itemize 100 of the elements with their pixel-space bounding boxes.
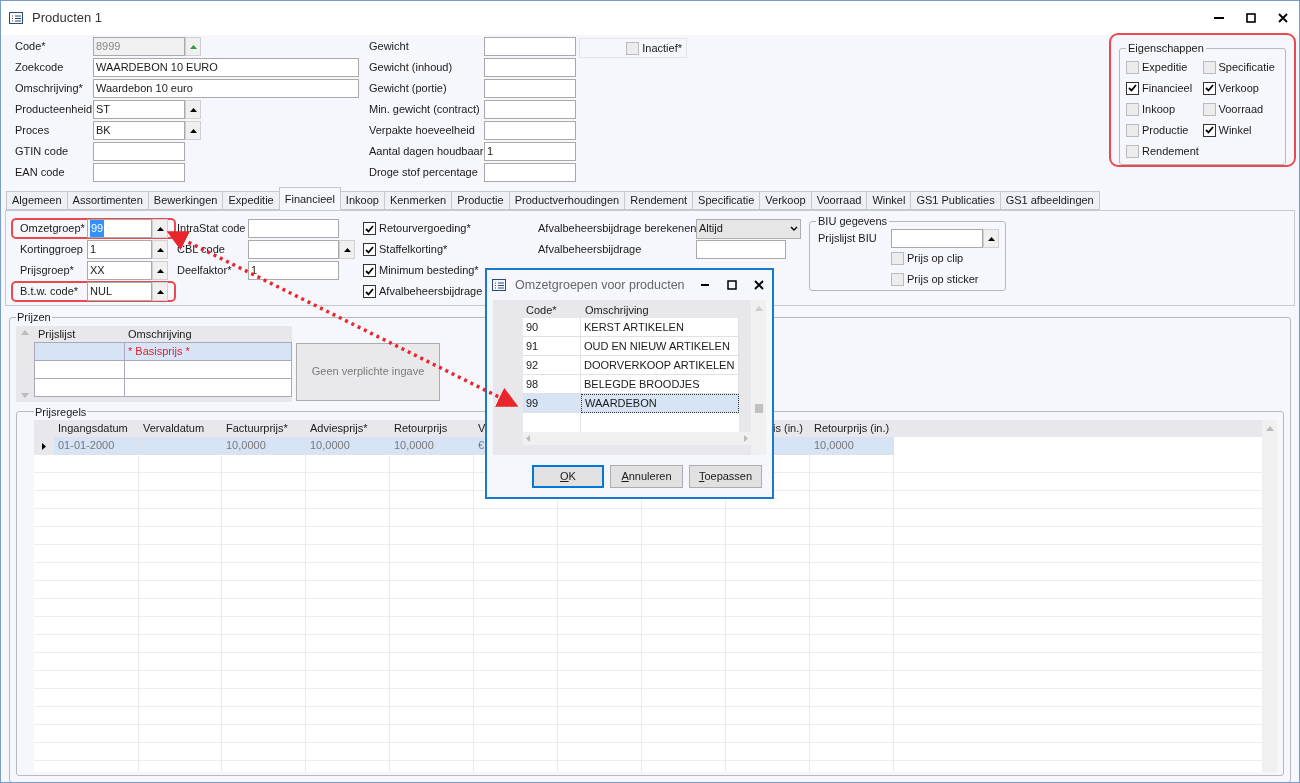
checkbox[interactable] xyxy=(1202,60,1216,74)
tab[interactable]: Verkoop xyxy=(759,191,812,210)
dialog-button[interactable]: Annuleren xyxy=(610,465,683,488)
checkbox[interactable] xyxy=(1126,123,1139,137)
checkbox[interactable] xyxy=(363,243,376,256)
lookup-button[interactable] xyxy=(152,219,168,238)
scroll-up-icon xyxy=(1265,426,1274,431)
lookup-button[interactable] xyxy=(152,282,168,301)
checkbox[interactable] xyxy=(1202,81,1216,95)
scrollbar[interactable] xyxy=(523,432,751,445)
checkbox[interactable] xyxy=(363,222,376,235)
scrollbar[interactable] xyxy=(1262,420,1277,772)
list-window-icon xyxy=(9,12,23,24)
checkbox[interactable] xyxy=(1126,60,1139,74)
checkbox[interactable] xyxy=(363,285,376,298)
input-field[interactable] xyxy=(891,229,983,248)
minimize-icon xyxy=(1214,17,1224,19)
tab[interactable]: Algemeen xyxy=(6,191,68,210)
checkbox-label: Financieel xyxy=(1142,80,1193,96)
tab[interactable]: Inkoop xyxy=(339,191,385,210)
scrollbar[interactable] xyxy=(16,325,34,402)
input-field[interactable] xyxy=(484,79,576,98)
table-cell: OUD EN NIEUW ARTIKELEN xyxy=(581,337,739,356)
lookup-button[interactable] xyxy=(185,121,201,140)
checkbox[interactable] xyxy=(891,251,904,265)
field-label: Prijslijst BIU xyxy=(817,231,878,247)
maximize-icon xyxy=(1246,13,1256,23)
column-header: Prijslijst xyxy=(37,327,77,342)
checkbox[interactable] xyxy=(1126,81,1139,95)
up-arrow-icon xyxy=(987,236,995,241)
checkbox[interactable] xyxy=(626,41,640,55)
input-field[interactable] xyxy=(248,219,339,238)
up-arrow-icon xyxy=(189,128,197,133)
close-icon xyxy=(753,280,764,290)
input-field[interactable]: Waardebon 10 euro xyxy=(93,79,359,98)
checkbox[interactable] xyxy=(363,264,376,277)
checkbox[interactable] xyxy=(891,272,904,286)
dialog-button[interactable]: Toepassen xyxy=(689,465,762,488)
table-cell: KERST ARTIKELEN xyxy=(581,318,739,337)
tab[interactable]: Productie xyxy=(451,191,510,210)
scrollbar[interactable] xyxy=(751,300,766,455)
lookup-button[interactable] xyxy=(983,229,999,248)
checkbox-label: Staffelkorting* xyxy=(379,242,448,258)
tab[interactable]: GS1 Publicaties xyxy=(910,191,1001,210)
tab[interactable]: Winkel xyxy=(866,191,912,210)
lookup-button[interactable] xyxy=(185,100,201,119)
tab[interactable]: Specificatie xyxy=(692,191,761,210)
checkbox[interactable] xyxy=(1202,102,1216,116)
check-icon xyxy=(365,224,374,233)
dialog-button[interactable]: OK xyxy=(532,465,604,488)
checkbox[interactable] xyxy=(1202,123,1216,137)
lookup-button[interactable] xyxy=(152,240,168,259)
input-field[interactable] xyxy=(484,121,576,140)
tab[interactable]: Productverhoudingen xyxy=(508,191,626,210)
check-icon xyxy=(1204,126,1214,134)
up-arrow-icon xyxy=(156,226,164,231)
tab[interactable]: Expeditie xyxy=(222,191,280,210)
table-cell: 90 xyxy=(523,318,581,337)
table-cell: 99 xyxy=(523,394,581,413)
input-field[interactable] xyxy=(248,240,339,259)
check-icon xyxy=(1204,84,1214,92)
input-field[interactable] xyxy=(484,58,576,77)
input-field[interactable]: WAARDEBON 10 EURO xyxy=(93,58,359,77)
column-header: Omschrijving xyxy=(127,327,193,342)
input-field[interactable] xyxy=(696,240,786,259)
checkbox-label: Winkel xyxy=(1218,122,1252,138)
input-field[interactable]: 1 xyxy=(484,142,576,161)
tab[interactable]: Rendement xyxy=(624,191,694,210)
tab[interactable]: GS1 afbeeldingen xyxy=(999,191,1100,210)
input-field[interactable]: ST xyxy=(93,100,185,119)
checkbox-label: Productie xyxy=(1142,122,1189,138)
column-header: Ingangsdatum xyxy=(58,422,128,434)
input-field[interactable] xyxy=(93,163,185,182)
lookup-button[interactable] xyxy=(152,261,168,280)
table-cell: BELEGDE BROODJES xyxy=(581,375,739,394)
input-field[interactable]: XX xyxy=(87,261,152,280)
input-field[interactable] xyxy=(484,100,576,119)
table-cell: DOORVERKOOP ARTIKELEN xyxy=(581,356,739,375)
dropdown[interactable]: Altijd xyxy=(696,218,801,239)
field-label: Gewicht xyxy=(369,39,410,55)
tab[interactable]: Bewerkingen xyxy=(147,191,224,210)
input-field[interactable]: BK xyxy=(93,121,185,140)
field-label: Producteenheid xyxy=(15,102,93,118)
checkbox[interactable] xyxy=(1126,144,1139,158)
checkbox[interactable] xyxy=(1126,102,1139,116)
input-field[interactable]: 1 xyxy=(87,240,152,259)
field-label: Aantal dagen houdbaar xyxy=(369,144,484,160)
tab[interactable]: Voorraad xyxy=(810,191,868,210)
field-label: EAN code xyxy=(15,165,66,181)
input-field[interactable] xyxy=(484,163,576,182)
input-field[interactable] xyxy=(93,142,185,161)
input-field[interactable]: NUL xyxy=(87,282,152,301)
lookup-button[interactable] xyxy=(339,240,355,259)
input-field[interactable] xyxy=(484,37,576,56)
field-label: Code* xyxy=(15,39,47,55)
table-cell xyxy=(523,413,581,432)
tab[interactable]: Assortimenten xyxy=(66,191,149,210)
scroll-thumb[interactable] xyxy=(754,404,763,413)
tab[interactable]: Kenmerken xyxy=(383,191,453,210)
group-title: Eigenschappen xyxy=(1127,41,1205,56)
